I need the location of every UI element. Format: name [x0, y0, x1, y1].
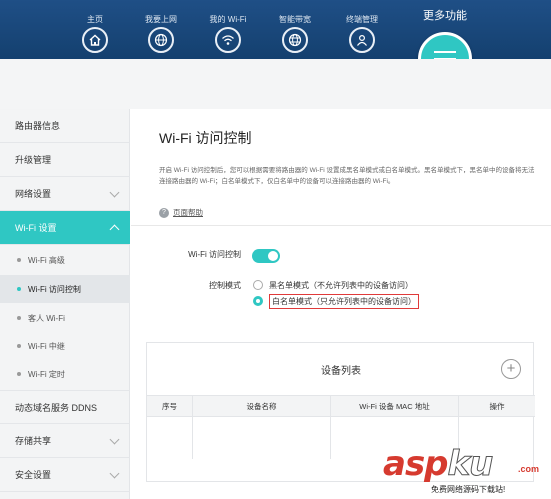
sidebar-subitem-wifi-timer[interactable]: Wi-Fi 定时: [0, 360, 130, 388]
sidebar-subitem-label: Wi-Fi 中继: [28, 341, 65, 351]
control-mode-label: 控制模式: [209, 281, 241, 290]
sidebar-item-label: 存储共享: [15, 436, 52, 446]
sidebar-item-label: 路由器信息: [15, 121, 61, 131]
column-header-mac-address: Wi-Fi 设备 MAC 地址: [331, 396, 459, 416]
bullet-icon: [17, 287, 21, 291]
top-navigation: 主页 我要上网 我的 Wi-Fi 智能带宽 终端管理 更多功能: [0, 0, 551, 86]
nav-terminal-management-label: 终端管理: [346, 15, 378, 24]
chevron-down-icon: [109, 434, 120, 444]
watermark-logo: aspku .com 免费网络源码下载站!: [383, 444, 551, 499]
bullet-icon: [17, 258, 21, 262]
sidebar-subitem-label: Wi-Fi 定时: [28, 369, 65, 379]
sidebar-item-label: 网络设置: [15, 189, 52, 199]
sidebar-subitem-label: 客人 Wi-Fi: [28, 313, 65, 323]
page-help-label: 页面帮助: [173, 208, 203, 217]
toggle-knob: [268, 251, 278, 261]
device-table-header: 序号 设备名称 Wi-Fi 设备 MAC 地址 操作: [147, 395, 535, 417]
nav-more-label: 更多功能: [423, 10, 467, 22]
chevron-down-icon: [109, 468, 120, 478]
blacklist-mode-label[interactable]: 黑名单模式（不允许列表中的设备访问）: [269, 280, 413, 291]
nav-home[interactable]: 主页: [66, 0, 124, 59]
main-content: Wi-Fi 访问控制 开启 Wi-Fi 访问控制后，您可以根据需要将路由器的 W…: [131, 109, 551, 499]
sidebar-item-label: 动态域名服务 DDNS: [15, 402, 98, 413]
sidebar-subitem-label: Wi-Fi 访问控制: [28, 284, 81, 294]
watermark-subtitle: 免费网络源码下载站!: [431, 485, 506, 494]
globe-icon: [148, 27, 174, 53]
nav-smart-bandwidth[interactable]: 智能带宽: [266, 0, 324, 59]
device-list-title: 设备列表: [321, 365, 361, 377]
column-header-device-name: 设备名称: [193, 396, 331, 416]
sidebar-item-network-settings[interactable]: 网络设置: [0, 177, 130, 211]
wifi-icon: [215, 27, 241, 53]
nav-my-wifi-label: 我的 Wi-Fi: [209, 15, 247, 24]
bullet-icon: [17, 372, 21, 376]
sidebar-subitem-guest-wifi[interactable]: 客人 Wi-Fi: [0, 304, 130, 332]
watermark-suffix: .com: [518, 464, 540, 474]
home-icon: [82, 27, 108, 53]
sidebar-subitem-label: Wi-Fi 高级: [28, 255, 65, 265]
nav-home-label: 主页: [87, 15, 103, 24]
table-cell: [147, 417, 193, 459]
nav-internet[interactable]: 我要上网: [132, 0, 190, 59]
nav-internet-label: 我要上网: [145, 15, 177, 24]
user-icon: [349, 27, 375, 53]
divider: [131, 225, 551, 226]
watermark-text: aspku: [383, 444, 494, 485]
bullet-icon: [17, 316, 21, 320]
whitelist-mode-radio[interactable]: [253, 296, 263, 306]
column-header-actions: 操作: [489, 401, 505, 411]
chevron-down-icon: [109, 187, 120, 197]
sidebar-item-label: 升级管理: [15, 155, 52, 165]
plus-icon: +: [506, 360, 516, 377]
sidebar-item-storage-sharing[interactable]: 存储共享: [0, 424, 130, 458]
chevron-up-icon: [109, 224, 120, 234]
page-description: 开启 Wi-Fi 访问控制后，您可以根据需要将路由器的 Wi-Fi 设置成黑名单…: [159, 167, 535, 185]
sidebar-subitem-wifi-relay[interactable]: Wi-Fi 中继: [0, 332, 130, 360]
sidebar-item-label: 安全设置: [15, 470, 52, 480]
globe-icon: [282, 27, 308, 53]
sidebar-subitem-wifi-access-control[interactable]: Wi-Fi 访问控制: [0, 275, 130, 303]
header-spacer: [0, 59, 551, 109]
wifi-access-control-toggle[interactable]: [252, 249, 280, 263]
sidebar: 路由器信息 升级管理 网络设置 Wi-Fi 设置 Wi-Fi 高级 Wi-Fi …: [0, 109, 130, 499]
help-icon: ?: [159, 207, 169, 218]
sidebar-subitem-wifi-advanced[interactable]: Wi-Fi 高级: [0, 246, 130, 274]
page-help-link[interactable]: ? 页面帮助: [159, 207, 203, 218]
blacklist-mode-radio[interactable]: [253, 280, 263, 290]
wifi-access-control-label: Wi-Fi 访问控制: [188, 250, 241, 259]
sidebar-item-router-info[interactable]: 路由器信息: [0, 109, 130, 143]
sidebar-item-security-settings[interactable]: 安全设置: [0, 458, 130, 492]
nav-terminal-management[interactable]: 终端管理: [333, 0, 391, 59]
add-device-button[interactable]: +: [501, 359, 521, 379]
nav-my-wifi[interactable]: 我的 Wi-Fi: [199, 0, 257, 59]
sidebar-item-label: Wi-Fi 设置: [15, 223, 57, 233]
whitelist-mode-label[interactable]: 白名单模式（只允许列表中的设备访问）: [269, 294, 419, 309]
sidebar-item-ddns[interactable]: 动态域名服务 DDNS: [0, 390, 130, 424]
page-title: Wi-Fi 访问控制: [159, 130, 252, 146]
nav-smart-bandwidth-label: 智能带宽: [279, 15, 311, 24]
table-cell: [193, 417, 331, 459]
sidebar-item-wifi-settings[interactable]: Wi-Fi 设置: [0, 211, 130, 245]
sidebar-item-upgrade[interactable]: 升级管理: [0, 143, 130, 177]
bullet-icon: [17, 344, 21, 348]
column-header-index: 序号: [147, 396, 193, 416]
